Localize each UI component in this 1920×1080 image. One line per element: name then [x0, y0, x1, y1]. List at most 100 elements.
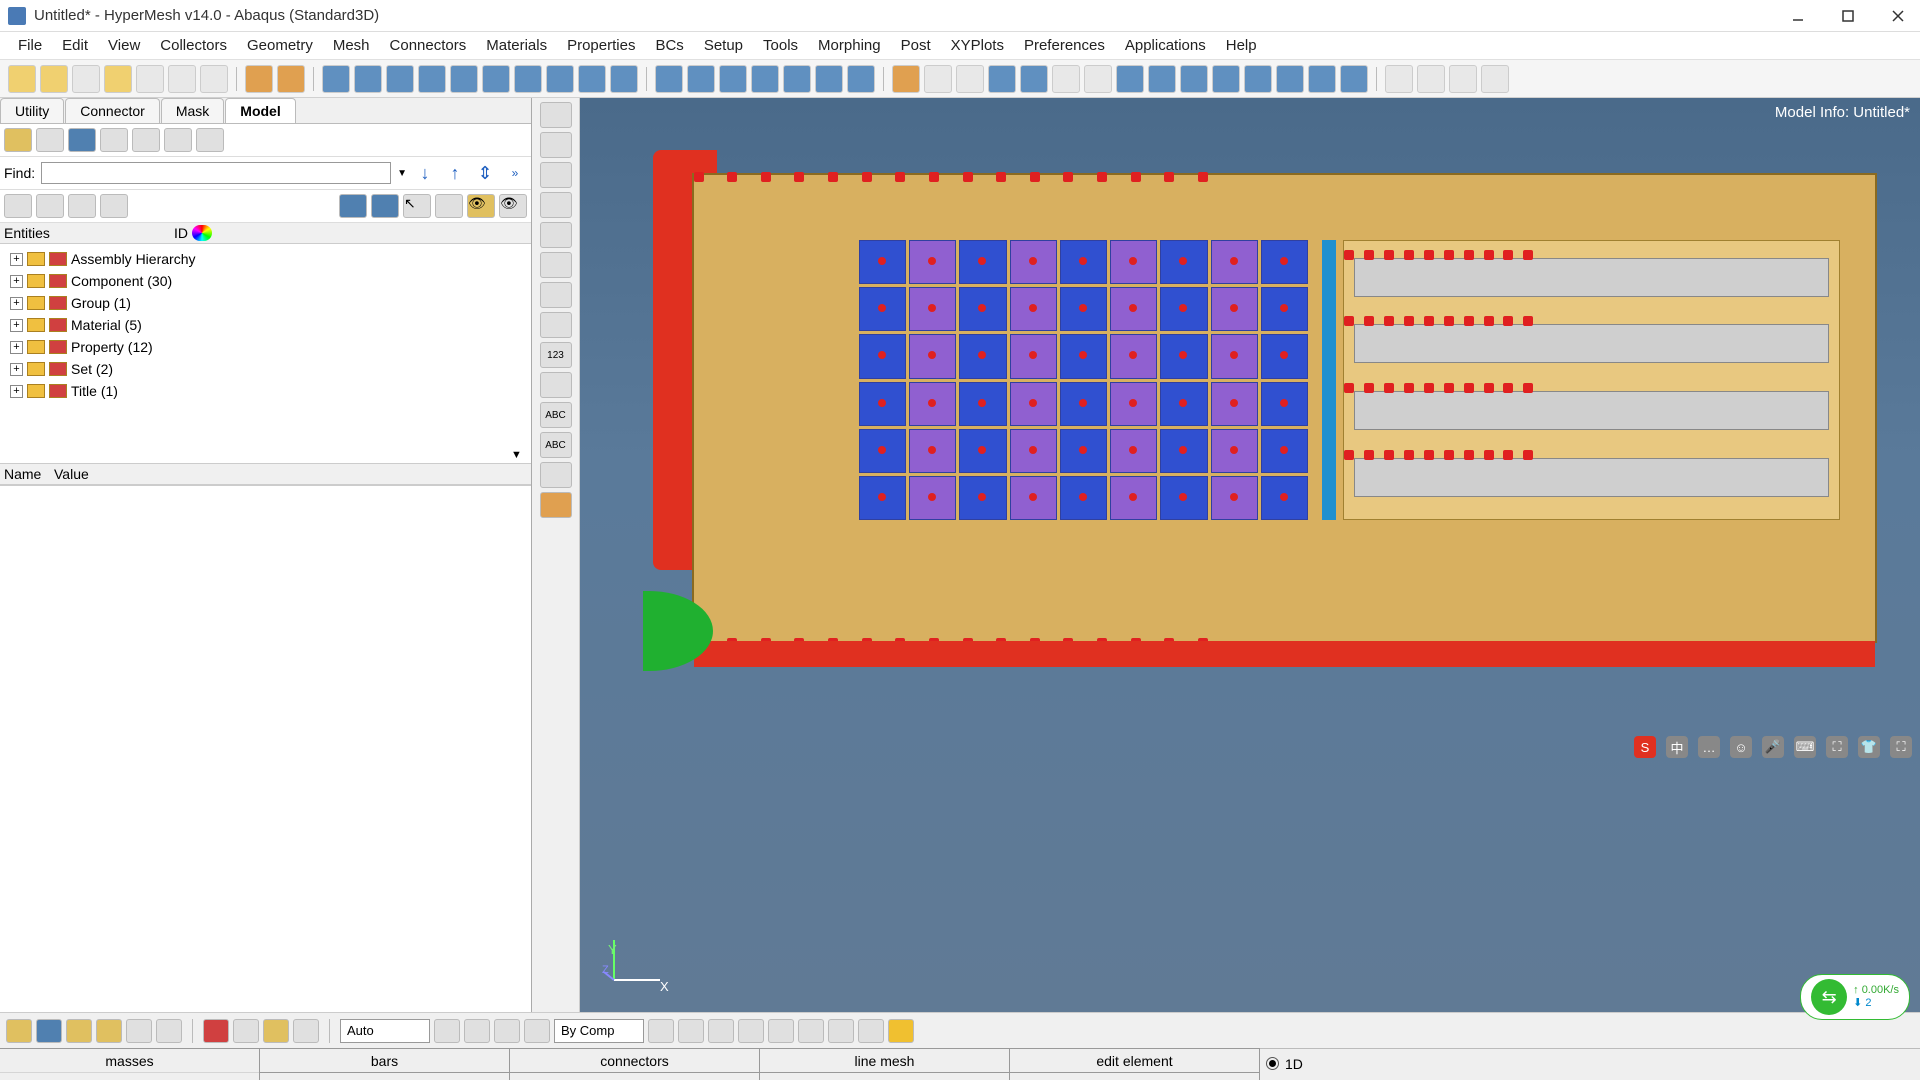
- find-up-button[interactable]: ↑: [443, 161, 467, 185]
- menu-collectors[interactable]: Collectors: [150, 33, 237, 58]
- tab-connector[interactable]: Connector: [65, 98, 160, 123]
- ime-badge[interactable]: 🎤: [1762, 736, 1784, 758]
- display-icon[interactable]: [339, 194, 367, 218]
- display-button[interactable]: [464, 1019, 490, 1043]
- tab-model[interactable]: Model: [225, 98, 295, 123]
- toolbar-button[interactable]: [1417, 65, 1445, 93]
- ime-badge[interactable]: ☺: [1730, 736, 1752, 758]
- panel-split[interactable]: split: [1009, 1072, 1260, 1080]
- display-button[interactable]: [648, 1019, 674, 1043]
- tree-item[interactable]: +Assembly Hierarchy: [4, 248, 527, 270]
- display-button[interactable]: [738, 1019, 764, 1043]
- toolbar-button[interactable]: [1276, 65, 1304, 93]
- display-button[interactable]: [828, 1019, 854, 1043]
- browser-tool-icon[interactable]: [100, 128, 128, 152]
- menu-help[interactable]: Help: [1216, 33, 1267, 58]
- eye-icon[interactable]: 👁: [467, 194, 495, 218]
- tab-mask[interactable]: Mask: [161, 98, 224, 123]
- display-button[interactable]: [6, 1019, 32, 1043]
- property-header-value[interactable]: Value: [54, 466, 89, 482]
- menu-tools[interactable]: Tools: [753, 33, 808, 58]
- display-button[interactable]: [858, 1019, 884, 1043]
- toolbar-button[interactable]: [847, 65, 875, 93]
- expand-icon[interactable]: +: [10, 385, 23, 398]
- panel-edit-element[interactable]: edit element: [1009, 1048, 1260, 1073]
- menu-setup[interactable]: Setup: [694, 33, 753, 58]
- tree-expand-icon[interactable]: ▼: [511, 449, 527, 461]
- toolbar-button[interactable]: [104, 65, 132, 93]
- display-button[interactable]: [708, 1019, 734, 1043]
- browser-tool-icon[interactable]: [164, 128, 192, 152]
- display-button[interactable]: [798, 1019, 824, 1043]
- panel-linear-1d[interactable]: linear 1d: [759, 1072, 1010, 1080]
- ime-badge[interactable]: 👕: [1858, 736, 1880, 758]
- view-tool-button[interactable]: [540, 282, 572, 308]
- panel-masses[interactable]: masses: [0, 1048, 260, 1073]
- toolbar-button[interactable]: [719, 65, 747, 93]
- display-icon[interactable]: [435, 194, 463, 218]
- display-button[interactable]: [263, 1019, 289, 1043]
- view-tool-button[interactable]: [540, 372, 572, 398]
- toolbar-button[interactable]: [1212, 65, 1240, 93]
- view-tool-button[interactable]: [540, 102, 572, 128]
- toolbar-button[interactable]: [1052, 65, 1080, 93]
- panel-line-mesh[interactable]: line mesh: [759, 1048, 1010, 1073]
- toolbar-button[interactable]: [1180, 65, 1208, 93]
- menu-geometry[interactable]: Geometry: [237, 33, 323, 58]
- toolbar-button[interactable]: [892, 65, 920, 93]
- color-wheel-icon[interactable]: [192, 225, 212, 241]
- view-tool-button[interactable]: ABC: [540, 402, 572, 428]
- toolbar-button[interactable]: [655, 65, 683, 93]
- view-tool-button[interactable]: [540, 252, 572, 278]
- toolbar-button[interactable]: [386, 65, 414, 93]
- ime-badge[interactable]: …: [1698, 736, 1720, 758]
- panel-bars[interactable]: bars: [259, 1048, 510, 1073]
- find-more-button[interactable]: »: [503, 161, 527, 185]
- toolbar-button[interactable]: [1308, 65, 1336, 93]
- toolbar-button[interactable]: [1116, 65, 1144, 93]
- display-button[interactable]: [293, 1019, 319, 1043]
- toolbar-button[interactable]: [751, 65, 779, 93]
- expand-icon[interactable]: +: [10, 297, 23, 310]
- menu-edit[interactable]: Edit: [52, 33, 98, 58]
- browser-tool-icon[interactable]: [68, 128, 96, 152]
- display-button[interactable]: [888, 1019, 914, 1043]
- viewport-canvas[interactable]: Model Info: Untitled*: [580, 98, 1920, 1012]
- tree-item[interactable]: +Group (1): [4, 292, 527, 314]
- display-button[interactable]: [96, 1019, 122, 1043]
- view-tool-button[interactable]: [540, 462, 572, 488]
- display-icon[interactable]: [371, 194, 399, 218]
- ime-badge[interactable]: ⌨: [1794, 736, 1816, 758]
- display-icon[interactable]: [68, 194, 96, 218]
- toolbar-button[interactable]: [783, 65, 811, 93]
- toolbar-button[interactable]: [988, 65, 1016, 93]
- toolbar-button[interactable]: [136, 65, 164, 93]
- expand-icon[interactable]: +: [10, 363, 23, 376]
- toolbar-button[interactable]: [1449, 65, 1477, 93]
- wifi-widget[interactable]: ⇆ ↑ 0.00K/s ⬇ 2: [1800, 974, 1910, 1020]
- toolbar-button[interactable]: [546, 65, 574, 93]
- display-button[interactable]: [524, 1019, 550, 1043]
- toolbar-button[interactable]: [687, 65, 715, 93]
- ime-toolbar[interactable]: S中…☺🎤⌨⛶👕⛶: [1632, 734, 1914, 760]
- toolbar-button[interactable]: [924, 65, 952, 93]
- entity-tree[interactable]: +Assembly Hierarchy+Component (30)+Group…: [0, 244, 531, 464]
- display-button[interactable]: [768, 1019, 794, 1043]
- toolbar-button[interactable]: [168, 65, 196, 93]
- toolbar-button[interactable]: [40, 65, 68, 93]
- toolbar-button[interactable]: [1340, 65, 1368, 93]
- toolbar-button[interactable]: [200, 65, 228, 93]
- expand-icon[interactable]: +: [10, 253, 23, 266]
- ime-badge[interactable]: S: [1634, 736, 1656, 758]
- find-updown-button[interactable]: ⇕: [473, 161, 497, 185]
- tree-header-entities[interactable]: Entities: [4, 225, 174, 241]
- ime-badge[interactable]: ⛶: [1826, 736, 1848, 758]
- display-button[interactable]: [434, 1019, 460, 1043]
- tree-item[interactable]: +Title (1): [4, 380, 527, 402]
- display-icon[interactable]: [4, 194, 32, 218]
- display-button[interactable]: [156, 1019, 182, 1043]
- toolbar-button[interactable]: [450, 65, 478, 93]
- browser-tool-icon[interactable]: [4, 128, 32, 152]
- menu-preferences[interactable]: Preferences: [1014, 33, 1115, 58]
- toolbar-button[interactable]: [354, 65, 382, 93]
